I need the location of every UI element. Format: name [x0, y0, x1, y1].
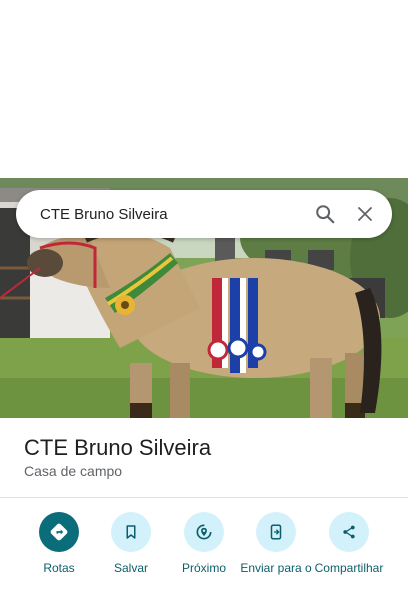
- share-button[interactable]: Compartilhar: [310, 512, 388, 575]
- share-icon: [329, 512, 369, 552]
- search-query-text[interactable]: CTE Bruno Silveira: [40, 206, 312, 223]
- directions-label: Rotas: [43, 561, 75, 575]
- save-label: Salvar: [113, 561, 148, 575]
- send-to-phone-icon: [256, 512, 296, 552]
- directions-icon: [39, 512, 79, 552]
- directions-button[interactable]: Rotas: [20, 512, 98, 575]
- nearby-label: Próximo: [181, 561, 226, 575]
- nearby-icon: [184, 512, 224, 552]
- action-bar: Rotas Salvar Próximo Enviar para o Compa…: [0, 512, 408, 596]
- divider: [0, 497, 408, 498]
- search-bar[interactable]: CTE Bruno Silveira: [16, 190, 392, 238]
- send-to-phone-button[interactable]: Enviar para o: [237, 512, 315, 575]
- nearby-button[interactable]: Próximo: [165, 512, 243, 575]
- search-icon[interactable]: [312, 201, 338, 227]
- place-title: CTE Bruno Silveira: [24, 435, 212, 460]
- save-button[interactable]: Salvar: [92, 512, 170, 575]
- share-label: Compartilhar: [314, 561, 384, 575]
- close-icon[interactable]: [352, 201, 378, 227]
- place-category: Casa de campo: [24, 463, 123, 479]
- send-to-phone-label: Enviar para o: [240, 561, 312, 575]
- blank-header-area: [0, 0, 408, 178]
- bookmark-icon: [111, 512, 151, 552]
